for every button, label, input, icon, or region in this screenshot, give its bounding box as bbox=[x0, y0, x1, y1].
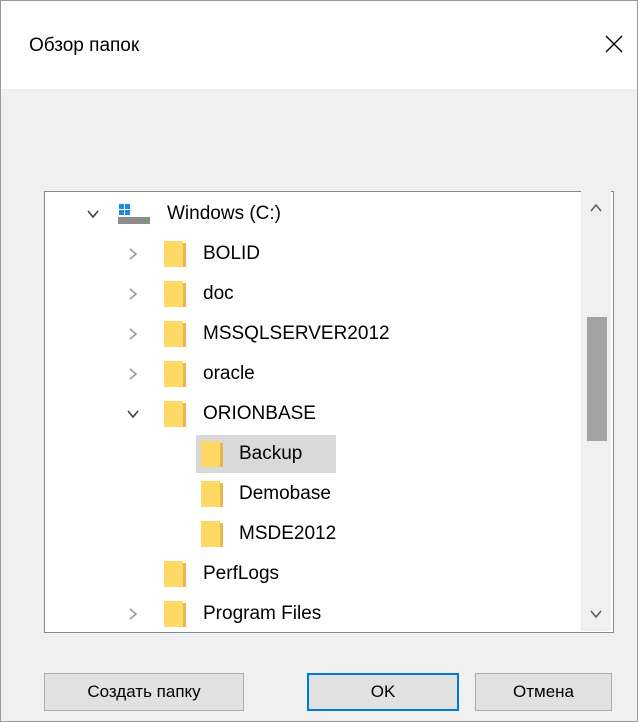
tree-item[interactable]: PerfLogs bbox=[45, 555, 585, 593]
tree-item-label: Windows (C:) bbox=[167, 203, 282, 224]
chevron-down-icon bbox=[590, 610, 602, 619]
tree-item[interactable]: MSDE2012 bbox=[45, 515, 585, 553]
tree-item[interactable]: Demobase bbox=[45, 475, 585, 513]
tree-item[interactable]: Backup bbox=[45, 435, 585, 473]
close-icon bbox=[605, 35, 623, 53]
tree-item[interactable]: MSSQLSERVER2012 bbox=[45, 315, 585, 353]
chevron-right-icon[interactable] bbox=[123, 604, 143, 624]
folder-icon bbox=[163, 360, 187, 388]
chevron-right-icon[interactable] bbox=[123, 324, 143, 344]
chevron-right-icon[interactable] bbox=[123, 244, 143, 264]
chevron-down-icon[interactable] bbox=[83, 204, 103, 224]
tree-item[interactable]: oracle bbox=[45, 355, 585, 393]
tree-item[interactable]: BOLID bbox=[45, 235, 585, 273]
tree-item-label: BOLID bbox=[203, 243, 261, 264]
tree-item-label: Demobase bbox=[239, 483, 331, 504]
ok-button[interactable]: OK bbox=[307, 673, 459, 711]
tree-item-label: Program Files bbox=[203, 603, 322, 624]
tree-item-label: PerfLogs bbox=[203, 563, 280, 584]
folder-icon bbox=[200, 520, 224, 548]
folder-icon bbox=[163, 240, 187, 268]
folder-icon bbox=[200, 480, 224, 508]
chevron-down-icon[interactable] bbox=[123, 404, 143, 424]
vertical-scrollbar[interactable] bbox=[581, 191, 611, 631]
tree-item[interactable]: Windows (C:) bbox=[45, 195, 585, 233]
cancel-button[interactable]: Отмена bbox=[475, 673, 612, 711]
scroll-up-button[interactable] bbox=[581, 191, 611, 225]
browse-folder-dialog: Обзор папок Windows (C:) BOLID doc MSSQLSER… bbox=[0, 0, 638, 722]
tree-item-label: MSDE2012 bbox=[239, 523, 337, 544]
tree-item-label: Backup bbox=[239, 443, 303, 464]
folder-tree[interactable]: Windows (C:) BOLID doc MSSQLSERVER2012 oracl… bbox=[44, 191, 614, 633]
tree-item-label: oracle bbox=[203, 363, 255, 384]
chevron-right-icon[interactable] bbox=[123, 364, 143, 384]
tree-item[interactable]: doc bbox=[45, 275, 585, 313]
dialog-title: Обзор папок bbox=[29, 35, 140, 56]
folder-icon bbox=[163, 280, 187, 308]
scroll-thumb[interactable] bbox=[587, 317, 607, 441]
tree-item[interactable]: ORIONBASE bbox=[45, 395, 585, 433]
tree-item-label: ORIONBASE bbox=[203, 403, 316, 424]
folder-icon bbox=[200, 440, 224, 468]
chevron-up-icon bbox=[590, 203, 602, 212]
title-bar: Обзор папок bbox=[1, 1, 637, 89]
folder-icon bbox=[163, 320, 187, 348]
drive-icon bbox=[117, 203, 151, 225]
folder-icon bbox=[163, 600, 187, 628]
folder-icon bbox=[163, 400, 187, 428]
folder-icon bbox=[163, 560, 187, 588]
tree-item-label: MSSQLSERVER2012 bbox=[203, 323, 390, 344]
close-button[interactable] bbox=[591, 21, 637, 67]
new-folder-button[interactable]: Создать папку bbox=[44, 673, 244, 711]
scroll-down-button[interactable] bbox=[581, 597, 611, 631]
tree-item-label: doc bbox=[203, 283, 234, 304]
tree-item[interactable]: Program Files bbox=[45, 595, 585, 632]
chevron-right-icon[interactable] bbox=[123, 284, 143, 304]
